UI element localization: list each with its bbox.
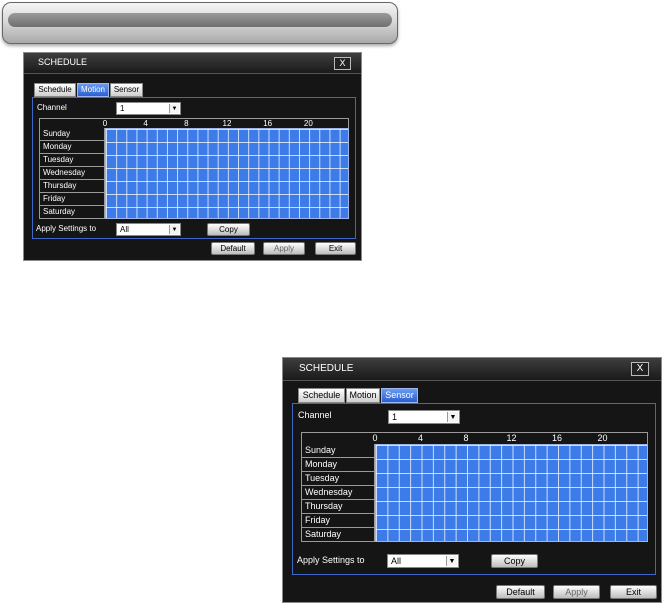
exit-button[interactable]: Exit <box>610 585 657 599</box>
channel-value: 1 <box>120 104 125 113</box>
hour-label: 20 <box>597 433 608 443</box>
settings-panel: Channel 1 ▼ 0 4 8 12 16 20 Sunday Monday Tuesda… <box>32 97 356 239</box>
channel-select[interactable]: 1 ▼ <box>116 102 181 115</box>
day-label-tuesday: Tuesday <box>39 154 105 167</box>
day-label-thursday: Thursday <box>301 500 375 514</box>
exit-button[interactable]: Exit <box>315 242 356 255</box>
copy-button[interactable]: Copy <box>207 223 250 236</box>
day-label-sunday: Sunday <box>301 444 375 458</box>
schedule-window-sensor: SCHEDULE X Schedule Motion Sensor Channe… <box>282 357 662 603</box>
hour-label: 12 <box>506 433 517 443</box>
close-icon[interactable]: X <box>631 362 649 376</box>
apply-settings-value: All <box>391 556 402 566</box>
day-label-monday: Monday <box>301 458 375 472</box>
window-title-bar: SCHEDULE X <box>283 358 661 381</box>
day-label-wednesday: Wednesday <box>39 167 105 180</box>
chevron-down-icon: ▼ <box>169 104 179 113</box>
channel-value: 1 <box>392 412 398 422</box>
day-label-friday: Friday <box>39 193 105 206</box>
hour-label: 8 <box>184 119 189 128</box>
hour-label: 8 <box>463 433 469 443</box>
settings-panel: Channel 1 ▼ 0 4 8 12 16 20 Sunday Monday Tuesda… <box>292 403 656 575</box>
top-banner <box>2 2 398 44</box>
day-label-thursday: Thursday <box>39 180 105 193</box>
window-title-bar: SCHEDULE X <box>24 53 361 74</box>
close-icon[interactable]: X <box>334 57 351 70</box>
day-label-friday: Friday <box>301 514 375 528</box>
tab-sensor[interactable]: Sensor <box>381 388 418 403</box>
schedule-window-motion: SCHEDULE X Schedule Motion Sensor Channe… <box>23 52 362 261</box>
hour-label: 4 <box>417 433 423 443</box>
hour-label: 16 <box>551 433 562 443</box>
day-label-tuesday: Tuesday <box>301 472 375 486</box>
apply-settings-select[interactable]: All ▼ <box>387 554 459 568</box>
window-title: SCHEDULE <box>38 57 88 67</box>
day-label-monday: Monday <box>39 141 105 154</box>
tab-motion[interactable]: Motion <box>346 388 380 403</box>
hour-label: 20 <box>303 119 313 128</box>
apply-settings-label: Apply Settings to <box>297 555 365 565</box>
schedule-grid[interactable] <box>105 128 349 219</box>
apply-settings-label: Apply Settings to <box>36 224 97 233</box>
chevron-down-icon: ▼ <box>446 556 457 566</box>
tab-schedule[interactable]: Schedule <box>298 388 345 403</box>
tab-schedule[interactable]: Schedule <box>34 83 76 97</box>
banner-bar <box>8 13 392 27</box>
apply-settings-value: All <box>120 225 129 234</box>
channel-select[interactable]: 1 ▼ <box>388 410 460 424</box>
day-label-wednesday: Wednesday <box>301 486 375 500</box>
default-button[interactable]: Default <box>211 242 255 255</box>
schedule-grid[interactable] <box>375 444 648 542</box>
channel-label: Channel <box>298 410 332 420</box>
hour-label: 4 <box>143 119 148 128</box>
apply-button[interactable]: Apply <box>263 242 305 255</box>
day-label-sunday: Sunday <box>39 128 105 141</box>
hour-label: 0 <box>102 119 108 128</box>
chevron-down-icon: ▼ <box>447 412 458 422</box>
channel-label: Channel <box>37 103 67 112</box>
apply-settings-select[interactable]: All ▼ <box>116 223 181 236</box>
apply-button[interactable]: Apply <box>553 585 600 599</box>
tab-motion[interactable]: Motion <box>77 83 109 97</box>
tab-sensor[interactable]: Sensor <box>110 83 143 97</box>
hour-label: 0 <box>372 433 378 443</box>
day-label-saturday: Saturday <box>301 528 375 542</box>
window-title: SCHEDULE <box>299 363 354 374</box>
day-label-saturday: Saturday <box>39 206 105 219</box>
hour-label: 12 <box>222 119 232 128</box>
default-button[interactable]: Default <box>496 585 545 599</box>
chevron-down-icon: ▼ <box>169 225 179 234</box>
hour-label: 16 <box>263 119 273 128</box>
copy-button[interactable]: Copy <box>491 554 538 568</box>
